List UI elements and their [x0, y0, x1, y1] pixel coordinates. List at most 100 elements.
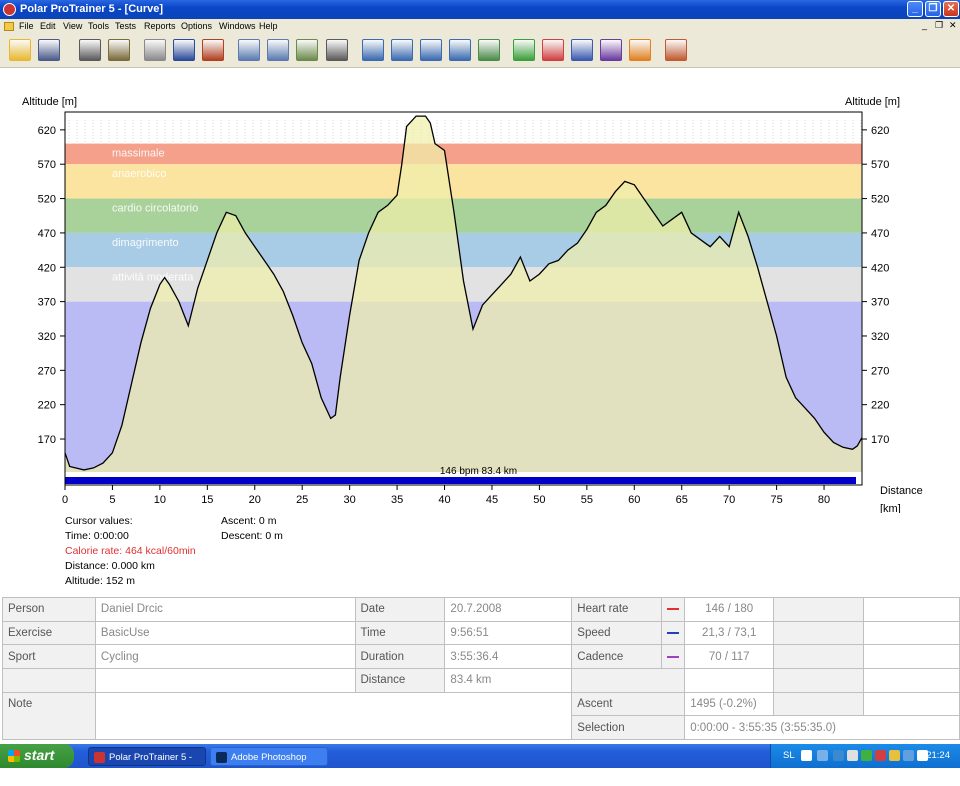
- task-adobe-photoshop[interactable]: Adobe Photoshop: [210, 747, 328, 766]
- toolbar: [0, 34, 960, 68]
- title-bar: Polar ProTrainer 5 - [Curve] _ ❐ ✕: [0, 0, 960, 19]
- start-button[interactable]: start: [0, 744, 74, 768]
- weight-icon[interactable]: [391, 39, 413, 61]
- volume-tray-icon[interactable]: [847, 750, 858, 761]
- cursor-values-panel: Cursor values: Time: 0:00:00 Calorie rat…: [65, 514, 196, 589]
- curve-icon[interactable]: [238, 39, 260, 61]
- mdi-restore-button[interactable]: ❐: [935, 20, 943, 31]
- x-tick-label: 65: [676, 494, 688, 506]
- sport-value[interactable]: Cycling: [94, 644, 356, 670]
- exercise-value[interactable]: BasicUse: [94, 620, 356, 646]
- view2-icon[interactable]: [542, 39, 564, 61]
- mdi-minimize-button[interactable]: _: [922, 20, 927, 30]
- menu-reports[interactable]: Reports: [144, 21, 176, 31]
- exercise-info-table: Person Daniel Drcic Date 20.7.2008 Heart…: [2, 597, 960, 741]
- zone-label: anaerobico: [112, 168, 166, 180]
- x-tick-label: 75: [770, 494, 782, 506]
- y-tick-label-right: 620: [871, 125, 889, 137]
- menu-tools[interactable]: Tools: [88, 21, 109, 31]
- restore-button[interactable]: ❐: [925, 1, 941, 17]
- language-indicator[interactable]: SL: [783, 750, 795, 761]
- speed-legend: [661, 620, 686, 646]
- menu-tests[interactable]: Tests: [115, 21, 136, 31]
- altitude-chart[interactable]: massimale anaerobico cardio circolatorio di…: [0, 68, 960, 513]
- y-tick-label: 620: [38, 125, 56, 137]
- save-icon[interactable]: [38, 39, 60, 61]
- system-clock: 21:24: [926, 750, 950, 761]
- settings-exercise-icon[interactable]: [108, 39, 130, 61]
- y-tick-label-right: 170: [871, 434, 889, 446]
- update-tray-icon[interactable]: [889, 750, 900, 761]
- menu-file[interactable]: File: [19, 21, 34, 31]
- minimize-button[interactable]: _: [907, 1, 923, 17]
- x-tick-label: 35: [391, 494, 403, 506]
- percent-icon[interactable]: [296, 39, 318, 61]
- smooth-curve-icon[interactable]: [478, 39, 500, 61]
- distance-label: Distance: [354, 668, 446, 693]
- y-axis-label: Altitude [m]: [22, 96, 77, 108]
- y-tick-label-right: 520: [871, 194, 889, 206]
- menu-help[interactable]: Help: [259, 21, 278, 31]
- speed-value: 21,3 / 73,1: [684, 620, 775, 646]
- chart-readout: 146 bpm 83.4 km: [440, 466, 517, 477]
- time-label: Time: [354, 620, 446, 646]
- app-icon[interactable]: [3, 3, 16, 16]
- zone-label: massimale: [112, 148, 165, 160]
- y-tick-label: 570: [38, 159, 56, 171]
- menu-options[interactable]: Options: [181, 21, 212, 31]
- y-tick-label-right: 420: [871, 262, 889, 274]
- date-label: Date: [354, 597, 446, 622]
- bluetooth-tray-icon[interactable]: [833, 750, 844, 761]
- y-tick-label: 470: [38, 228, 56, 240]
- y-tick-label-right: 220: [871, 400, 889, 412]
- document-icon[interactable]: [4, 22, 14, 31]
- book-icon[interactable]: [173, 39, 195, 61]
- person-label: Person: [2, 597, 96, 622]
- open-folder-icon[interactable]: [9, 39, 31, 61]
- x-tick-label: 60: [628, 494, 640, 506]
- view3-icon[interactable]: [571, 39, 593, 61]
- cursor-distance: Distance: 0.000 km: [65, 560, 155, 572]
- zoom-icon[interactable]: [362, 39, 384, 61]
- cadence-label: Cadence: [571, 644, 663, 670]
- help-tray-icon[interactable]: [801, 750, 812, 761]
- view1-icon[interactable]: [513, 39, 535, 61]
- x-tick-label: 70: [723, 494, 735, 506]
- menu-view[interactable]: View: [63, 21, 82, 31]
- x-tick-label: 5: [109, 494, 115, 506]
- zone-label: cardio circolatorio: [112, 203, 198, 215]
- distance-value: 83.4 km: [444, 668, 573, 693]
- network-tray-icon[interactable]: [817, 750, 828, 761]
- y-tick-label-right: 570: [871, 159, 889, 171]
- person-value[interactable]: Daniel Drcic: [94, 597, 356, 622]
- view4-icon[interactable]: [600, 39, 622, 61]
- antivirus-tray-icon[interactable]: [875, 750, 886, 761]
- task-polar-protrainer[interactable]: Polar ProTrainer 5 - [...: [88, 747, 206, 782]
- x-axis-unit: [km]: [880, 503, 901, 513]
- bar-chart-icon[interactable]: [267, 39, 289, 61]
- fitness-test-icon[interactable]: [202, 39, 224, 61]
- start-label: start: [24, 747, 55, 763]
- menu-windows[interactable]: Windows: [219, 21, 256, 31]
- stopwatch-icon[interactable]: [449, 39, 471, 61]
- security-tray-icon[interactable]: [861, 750, 872, 761]
- cadence-legend: [661, 644, 686, 670]
- menu-edit[interactable]: Edit: [40, 21, 56, 31]
- selection-label: Selection: [571, 715, 686, 741]
- note-field[interactable]: [94, 691, 573, 741]
- download-exercise-icon[interactable]: [79, 39, 101, 61]
- close-button[interactable]: ✕: [943, 1, 959, 17]
- calendar-icon[interactable]: [144, 39, 166, 61]
- table-icon[interactable]: [326, 39, 348, 61]
- display-tray-icon[interactable]: [903, 750, 914, 761]
- task-photoshop-label: Adobe Photoshop: [231, 752, 307, 763]
- mdi-close-button[interactable]: ✕: [949, 20, 957, 31]
- x-tick-label: 30: [344, 494, 356, 506]
- duration-label: Duration: [354, 644, 446, 670]
- users-icon[interactable]: [665, 39, 687, 61]
- selection-value: 0:00:00 - 3:55:35 (3:55:35.0): [684, 715, 960, 741]
- ascent-panel: Ascent: 0 m Descent: 0 m: [221, 514, 283, 544]
- view5-icon[interactable]: [629, 39, 651, 61]
- zone-band: [65, 164, 862, 199]
- scale-icon[interactable]: [420, 39, 442, 61]
